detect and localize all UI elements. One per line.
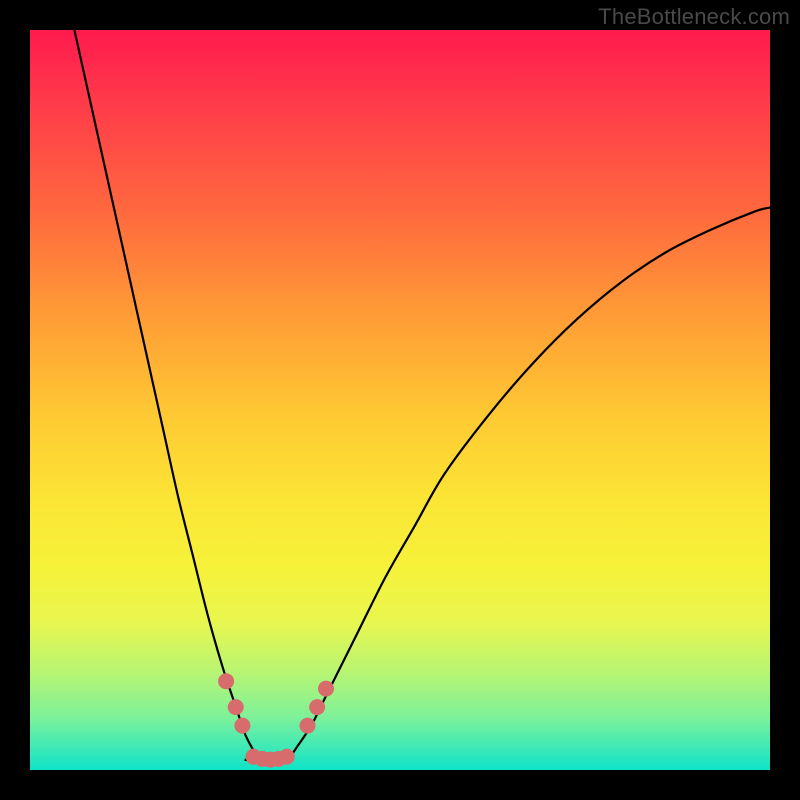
chart-frame: TheBottleneck.com [0,0,800,800]
watermark-text: TheBottleneck.com [598,4,790,30]
curve-right [289,208,770,759]
curve-left [74,30,259,759]
marker-dot [279,749,295,765]
marker-dot [234,718,250,734]
marker-dot [228,699,244,715]
marker-dot [318,681,334,697]
marker-group [218,673,334,767]
chart-plot-area [30,30,770,770]
chart-svg [30,30,770,770]
marker-dot [218,673,234,689]
marker-dot [309,699,325,715]
marker-dot [300,718,316,734]
